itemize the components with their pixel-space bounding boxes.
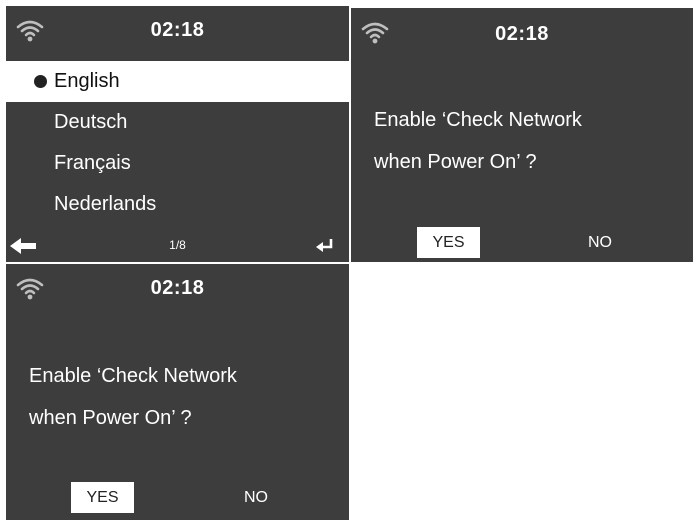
prompt-text-line1: Enable ‘Check Network <box>29 365 237 387</box>
prompt-text-line2: when Power On’ ? <box>29 407 192 429</box>
enter-icon[interactable] <box>315 237 335 255</box>
footer-bar: 1/8 <box>6 232 349 262</box>
language-label: Français <box>54 152 131 174</box>
yes-button[interactable]: YES <box>71 482 134 513</box>
prompt-text-line1: Enable ‘Check Network <box>374 109 582 131</box>
language-item-nederlands[interactable]: Nederlands <box>6 184 349 225</box>
clock: 02:18 <box>150 19 205 41</box>
language-item-deutsch[interactable]: Deutsch <box>6 102 349 143</box>
language-label: English <box>54 70 120 92</box>
language-screen: 02:18 English Deutsch Français Nederland… <box>6 6 349 262</box>
check-network-screen: 02:18 Enable ‘Check Network when Power O… <box>351 8 693 262</box>
no-button[interactable]: NO <box>226 482 286 513</box>
clock: 02:18 <box>150 277 205 299</box>
selected-bullet-icon <box>34 75 47 88</box>
clock: 02:18 <box>495 23 549 45</box>
language-label: Nederlands <box>54 193 157 215</box>
language-item-english[interactable]: English <box>6 61 349 102</box>
check-network-screen: 02:18 Enable ‘Check Network when Power O… <box>6 264 349 520</box>
language-list: English Deutsch Français Nederlands <box>6 61 349 225</box>
page-indicator: 1/8 <box>169 238 186 252</box>
prompt-text-line2: when Power On’ ? <box>374 151 537 173</box>
no-button[interactable]: NO <box>570 227 630 258</box>
language-item-francais[interactable]: Français <box>6 143 349 184</box>
yes-button[interactable]: YES <box>417 227 480 258</box>
language-label: Deutsch <box>54 111 128 133</box>
